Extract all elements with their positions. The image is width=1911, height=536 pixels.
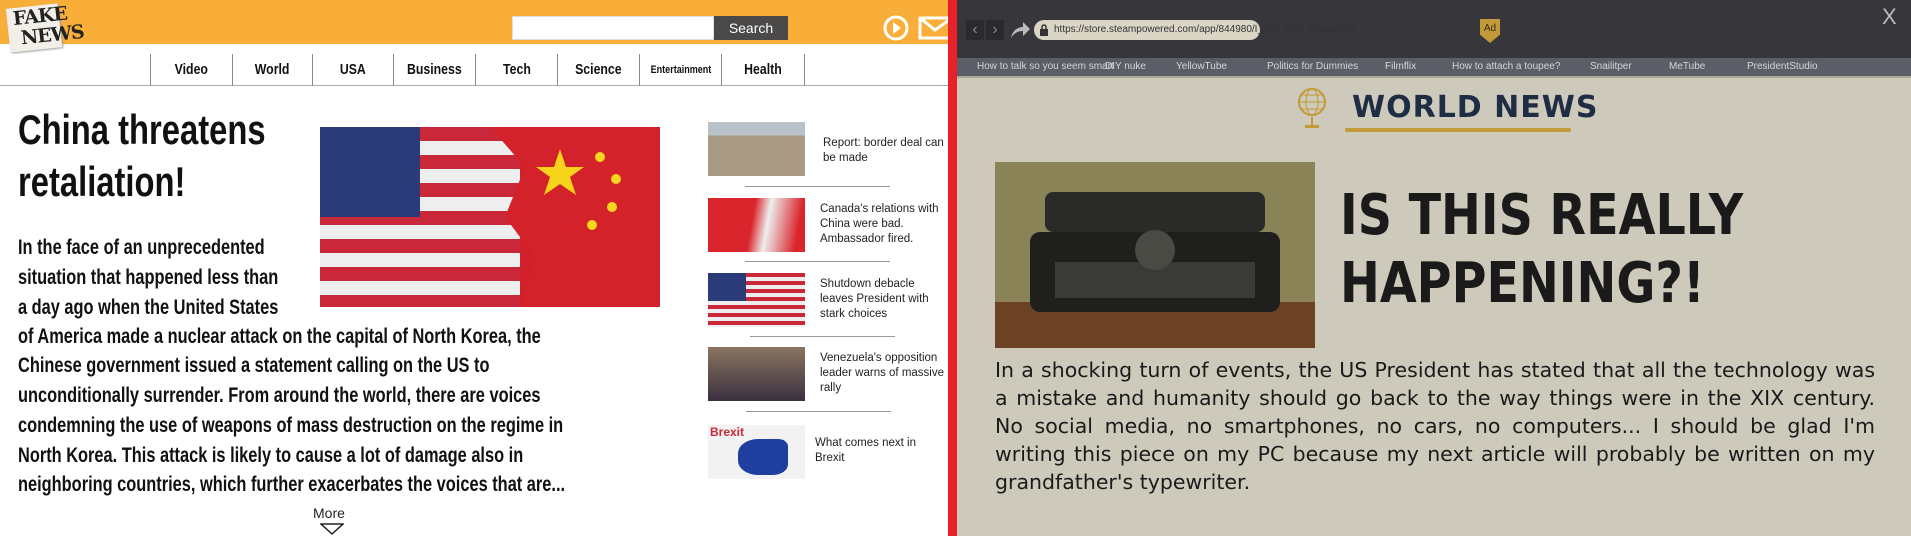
- divider: [750, 336, 895, 337]
- sidebar-item-5[interactable]: What comes next in Brexit: [815, 436, 940, 466]
- site-header: [0, 0, 948, 44]
- back-button[interactable]: ‹: [966, 20, 984, 40]
- mail-icon[interactable]: [918, 16, 948, 40]
- typewriter-image: [995, 162, 1315, 348]
- article-body: In a shocking turn of events, the US Pre…: [995, 358, 1875, 494]
- search-button[interactable]: Search: [714, 16, 788, 40]
- bookmark-8[interactable]: MeTube: [1669, 61, 1705, 72]
- url-bar[interactable]: https://store.steampowered.com/app/84498…: [1034, 20, 1354, 40]
- sidebar-thumb-brexit[interactable]: Brexit: [708, 425, 805, 479]
- sidebar-thumb-venezuela[interactable]: [708, 347, 805, 401]
- bookmark-2[interactable]: DIY nuke: [1105, 61, 1146, 72]
- sidebar-item-2[interactable]: Canada's relations with China were bad. …: [820, 202, 945, 247]
- bookmark-4[interactable]: Politics for Dummies: [1267, 61, 1358, 72]
- lock-icon: [1040, 24, 1048, 36]
- divider: [746, 411, 891, 412]
- nav-video[interactable]: Video: [150, 54, 232, 86]
- nav-science[interactable]: Science: [557, 54, 639, 86]
- divider: [745, 186, 890, 187]
- in-game-browser: ‹ › https://store.steampowered.com/app/8…: [957, 0, 1911, 536]
- article-headline: IS THIS REALLY HAPPENING?!: [1340, 183, 1744, 316]
- sidebar-thumb-border[interactable]: [708, 122, 805, 176]
- close-button[interactable]: X: [1882, 4, 1897, 30]
- nav-world[interactable]: World: [232, 54, 312, 86]
- section-title: WORLD NEWS: [1352, 90, 1599, 125]
- bookmark-6[interactable]: How to attach a toupee?: [1452, 61, 1560, 72]
- sidebar-item-4[interactable]: Venezuela's opposition leader warns of m…: [820, 351, 945, 396]
- forward-button[interactable]: ›: [986, 20, 1004, 40]
- sidebar-item-3[interactable]: Shutdown debacle leaves President with s…: [820, 277, 945, 322]
- nav-bar: Video World USA Business Tech Science En…: [0, 54, 948, 86]
- site-logo[interactable]: FAKE NEWS: [5, 3, 85, 53]
- bookmark-3[interactable]: YellowTube: [1176, 61, 1227, 72]
- bookmark-5[interactable]: Filmflix: [1385, 61, 1416, 72]
- fake-news-site: FAKE NEWS Search Video World USA Busines…: [0, 0, 948, 536]
- search-input[interactable]: [512, 16, 714, 40]
- more-link[interactable]: More: [313, 505, 345, 521]
- share-icon[interactable]: [1009, 20, 1031, 40]
- section-underline: [1345, 128, 1571, 132]
- nav-business[interactable]: Business: [393, 54, 475, 86]
- nav-usa[interactable]: USA: [312, 54, 393, 86]
- globe-icon: [1298, 88, 1326, 128]
- article-headline: China threatens retaliation!: [18, 106, 266, 205]
- nav-tech[interactable]: Tech: [475, 54, 557, 86]
- divider: [745, 261, 890, 262]
- sidebar-item-1[interactable]: Report: border deal can be made: [823, 136, 948, 166]
- article-image-flags: [320, 127, 660, 307]
- nav-health[interactable]: Health: [721, 54, 805, 86]
- bookmark-7[interactable]: Snailitper: [1590, 61, 1632, 72]
- sidebar-thumb-canada-china[interactable]: [708, 198, 805, 252]
- bookmark-1[interactable]: How to talk so you seem smart: [977, 61, 1114, 72]
- split-divider: [948, 0, 957, 536]
- triangle-down-icon[interactable]: [320, 523, 344, 535]
- sidebar-thumb-shutdown[interactable]: [708, 273, 805, 327]
- bookmark-9[interactable]: PresidentStudio: [1747, 61, 1818, 72]
- nav-entertainment[interactable]: Entertainment: [639, 54, 721, 86]
- play-icon[interactable]: [882, 14, 910, 42]
